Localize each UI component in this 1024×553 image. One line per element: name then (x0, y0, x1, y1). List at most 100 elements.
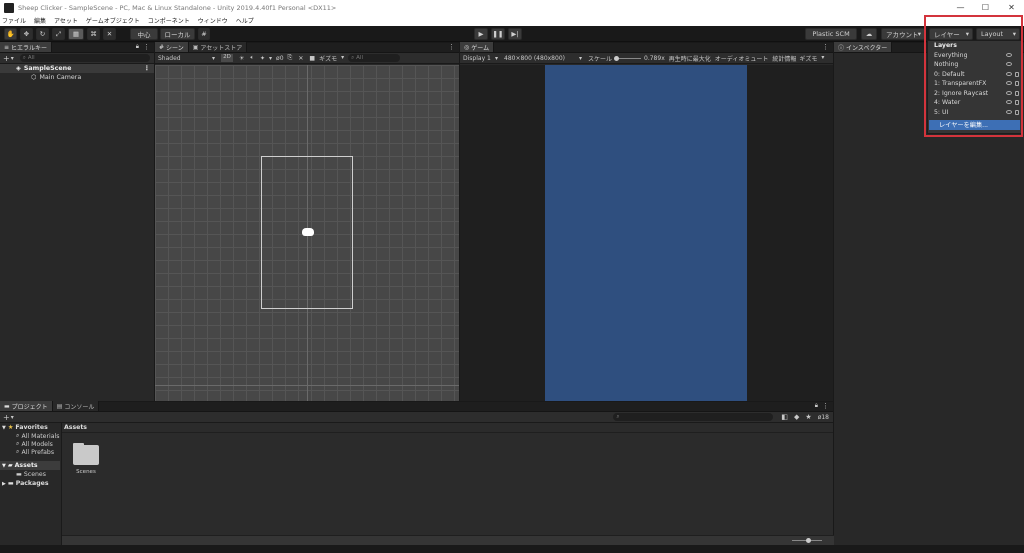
shading-label: Shaded (158, 54, 181, 62)
title-bar: Sheep Clicker - SampleScene - PC, Mac & … (0, 0, 1024, 15)
folder-icon: ▬ (16, 471, 22, 478)
game-tabbar: ◎ ゲーム ⋮ (460, 42, 833, 53)
close-button[interactable]: ✕ (999, 0, 1024, 15)
filter-by-type-icon[interactable]: ◧ (781, 413, 788, 421)
main-toolbar: ✋ ✥ ↻ ⤢ ▦ ⌘ ✕ 中心 ローカル # ▶ ❚❚ ▶| Plastic … (0, 26, 1024, 42)
display-dropdown[interactable]: Display 1 ▾ (460, 55, 500, 62)
2d-toggle[interactable]: 2D (221, 54, 233, 62)
list-item[interactable]: ⌕ All Prefabs (0, 448, 60, 456)
project-search-input[interactable]: ⌕ (613, 413, 774, 421)
folder-label: Scenes (76, 469, 96, 475)
folder-open-icon: ▰ (7, 462, 13, 469)
tab-asset-store[interactable]: ▣ アセットストア (188, 42, 248, 52)
lock-icon[interactable]: 🔒︎ (136, 42, 139, 52)
scale-slider[interactable] (614, 55, 642, 61)
pause-button[interactable]: ❚❚ (491, 28, 505, 40)
account-dropdown[interactable]: アカウント ▾ (881, 28, 925, 40)
add-icon[interactable]: + (3, 413, 10, 422)
favorites-node[interactable]: ▼ ★ Favorites (0, 423, 60, 432)
slider-thumb[interactable] (806, 538, 811, 543)
info-icon: ⓘ (838, 44, 845, 52)
slider-thumb[interactable] (614, 55, 620, 61)
menu-gameobject[interactable]: ゲームオブジェクト (86, 16, 140, 25)
assets-node[interactable]: ▼ ▰ Assets (0, 461, 60, 470)
scene-gizmos-dropdown[interactable]: ギズモ ▾ (319, 54, 344, 63)
hidden-count: 0 (279, 54, 284, 62)
menu-file[interactable]: ファイル (2, 16, 26, 25)
game-render-area (545, 65, 747, 401)
list-item[interactable]: ⌕ All Materials (0, 432, 60, 440)
maximize-button[interactable]: ☐ (973, 0, 998, 15)
menu-assets[interactable]: アセット (54, 16, 78, 25)
move-tool-icon[interactable]: ✥ (20, 28, 33, 40)
shading-dropdown[interactable]: Shaded ▾ (155, 55, 217, 62)
game-viewport[interactable] (460, 65, 833, 401)
more-menu-icon[interactable]: ⋮ (822, 401, 829, 411)
play-button[interactable]: ▶ (474, 28, 488, 40)
more-menu-icon[interactable]: ⋮ (448, 42, 455, 52)
chevron-down-icon[interactable]: ▾ (269, 55, 272, 62)
menu-component[interactable]: コンポーネント (148, 16, 190, 25)
effects-icon[interactable]: ✦ (260, 55, 265, 62)
chevron-down-icon[interactable]: ▾ (11, 55, 14, 62)
game-gizmos-dropdown[interactable]: ギズモ ▾ (799, 54, 824, 63)
scene-search-input[interactable]: ⌕ All (348, 54, 401, 62)
list-item[interactable]: ⌕ All Models (0, 440, 60, 448)
game-toolbar: Display 1 ▾ 480×800 (480x800) ▾ スケール 0.789… (460, 53, 833, 64)
breadcrumb[interactable]: Assets (62, 423, 833, 433)
search-icon: ⌕ (22, 54, 26, 61)
tab-game[interactable]: ◎ ゲーム (460, 42, 495, 52)
tab-hierarchy[interactable]: ≡ ヒエラルキー (0, 42, 53, 52)
custom-tool-icon[interactable]: ✕ (103, 28, 116, 40)
packages-node[interactable]: ▶ ▬ Packages (0, 479, 60, 488)
more-menu-icon[interactable]: ⋮ (144, 65, 150, 72)
rotate-tool-icon[interactable]: ↻ (36, 28, 49, 40)
tab-inspector[interactable]: ⓘ インスペクター (834, 42, 893, 52)
resolution-dropdown[interactable]: 480×800 (480x800) ▾ (500, 55, 584, 62)
menu-window[interactable]: ウィンドウ (198, 16, 228, 25)
stats-toggle[interactable]: 統計情報 (772, 54, 796, 63)
favorite-label: All Prefabs (21, 448, 55, 456)
more-menu-icon[interactable]: ⋮ (143, 42, 150, 52)
add-icon[interactable]: + (3, 54, 10, 63)
plastic-scm-button[interactable]: Plastic SCM (805, 28, 857, 40)
maximize-on-play-toggle[interactable]: 再生時に最大化 (669, 54, 711, 63)
cloud-icon[interactable]: ☁ (861, 28, 877, 40)
scale-label: スケール (588, 55, 613, 63)
tab-project[interactable]: ▬ プロジェクト (0, 401, 53, 411)
camera-icon[interactable]: ⎘ (288, 54, 293, 62)
pivot-local-button[interactable]: ローカル (160, 28, 195, 40)
camera-settings-icon[interactable]: ■ (309, 55, 315, 62)
more-menu-icon[interactable]: ⋮ (822, 42, 829, 52)
scene-viewport[interactable] (155, 65, 459, 401)
camera-gizmo-icon[interactable] (302, 228, 314, 236)
mute-audio-toggle[interactable]: オーディオミュート (715, 54, 769, 63)
filter-by-label-icon[interactable]: ◆ (794, 413, 799, 421)
chevron-down-icon[interactable]: ▾ (11, 414, 14, 421)
menu-edit[interactable]: 編集 (34, 16, 46, 25)
menu-help[interactable]: ヘルプ (236, 16, 254, 25)
lock-icon[interactable]: 🔒︎ (815, 401, 818, 411)
folder-icon[interactable] (73, 445, 99, 465)
pivot-center-button[interactable]: 中心 (130, 28, 158, 40)
tab-scene[interactable]: # シーン (155, 42, 189, 52)
lighting-icon[interactable]: ☀ (239, 55, 244, 62)
tab-console[interactable]: ▤ コンソール (52, 401, 100, 411)
list-item[interactable]: ▬ Scenes (0, 470, 60, 479)
hand-tool-icon[interactable]: ✋ (4, 28, 17, 40)
transform-tool-icon[interactable]: ⌘ (87, 28, 100, 40)
highlight-box (924, 15, 1023, 137)
snap-icon[interactable]: # (198, 28, 210, 40)
favorite-icon[interactable]: ★ (805, 413, 811, 421)
step-button[interactable]: ▶| (508, 28, 522, 40)
audio-icon[interactable]: 🔈︎ (250, 54, 254, 62)
rect-tool-icon[interactable]: ▦ (68, 28, 84, 40)
hidden-objects-icon[interactable]: ø0 (276, 55, 284, 62)
hierarchy-search-input[interactable]: ⌕ All (19, 54, 150, 62)
scene-row[interactable]: ◈ SampleScene ⋮ (0, 64, 154, 73)
list-item[interactable]: ⬡ Main Camera (0, 73, 154, 82)
hidden-packages-icon[interactable]: ø18 (818, 414, 829, 421)
minimize-button[interactable]: — (948, 0, 973, 15)
tools-icon[interactable]: ✕ (298, 55, 303, 62)
scale-tool-icon[interactable]: ⤢ (52, 28, 65, 40)
